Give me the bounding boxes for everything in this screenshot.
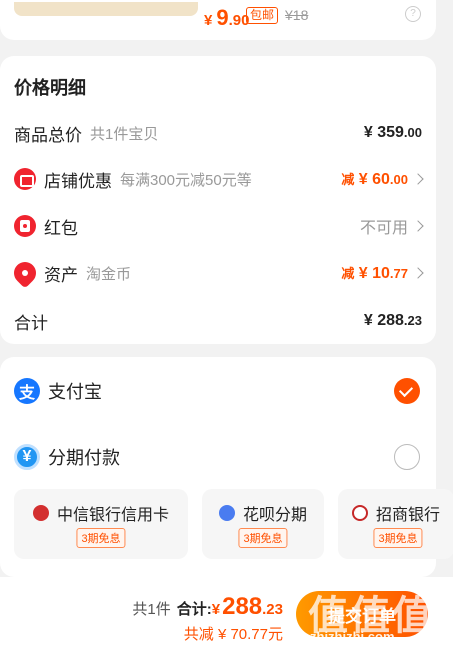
interest-free-tag: 3期免息 <box>76 528 126 548</box>
huabei-icon <box>218 505 235 521</box>
installment-icon: ¥ <box>14 444 40 470</box>
interest-free-tag: 3期免息 <box>373 528 423 548</box>
order-total: 共1件 合计: ¥288.23 <box>132 593 283 620</box>
payment-option-alipay[interactable]: 支 支付宝 <box>14 375 420 407</box>
alipay-icon: 支 <box>14 378 40 404</box>
total-saved: 共减 ¥ 70.77元 <box>183 626 283 643</box>
product-card: ¥9.90 包邮 ¥18 ? <box>0 0 436 40</box>
citic-bank-icon <box>32 505 49 521</box>
help-icon[interactable]: ? <box>405 6 421 22</box>
shop-icon <box>14 168 36 190</box>
shop-discount-value: 减 ¥ 60.00 <box>341 171 408 188</box>
installment-bank-list: 中信银行信用卡 3期免息 花呗分期 3期免息 招商银行 3期免息 <box>14 489 453 559</box>
item-price: ¥9.90 <box>204 5 250 30</box>
free-shipping-badge: 包邮 <box>246 7 279 24</box>
product-thumbnail[interactable] <box>14 2 198 16</box>
red-packet-icon <box>14 215 36 237</box>
radio-selected[interactable] <box>394 378 420 404</box>
shop-discount-row[interactable]: 店铺优惠 每满300元减50元等 减 ¥ 60.00 <box>14 164 424 194</box>
interest-free-tag: 3期免息 <box>238 528 288 548</box>
chevron-right-icon <box>412 267 424 279</box>
coin-tag-icon <box>9 257 41 289</box>
radio-unselected[interactable] <box>394 444 420 470</box>
red-packet-value: 不可用 <box>359 220 408 237</box>
chevron-right-icon <box>412 220 424 232</box>
goods-total-row: 商品总价 共1件宝贝 ¥ 359.00 <box>14 124 422 145</box>
goods-total-value: ¥ 359.00 <box>363 124 422 141</box>
chevron-right-icon <box>412 173 424 185</box>
bank-option-cmb[interactable]: 招商银行 3期免息 <box>338 489 453 559</box>
payment-card: 支 支付宝 ¥ 分期付款 中信银行信用卡 3期免息 花呗分期 3期免息 招商银行… <box>0 357 453 577</box>
total-value: ¥ 288.23 <box>363 312 422 329</box>
assets-value: 减 ¥ 10.77 <box>341 265 408 282</box>
bank-option-huabei[interactable]: 花呗分期 3期免息 <box>202 489 324 559</box>
payment-option-installment[interactable]: ¥ 分期付款 <box>14 441 420 473</box>
price-detail-card: 价格明细 商品总价 共1件宝贝 ¥ 359.00 店铺优惠 每满300元减50元… <box>0 56 436 344</box>
section-title: 价格明细 <box>14 78 86 98</box>
checkout-bar: 共1件 合计: ¥288.23 共减 ¥ 70.77元 提交订单 值值值 zhi… <box>0 577 453 652</box>
total-row: 合计 ¥ 288.23 <box>14 312 422 333</box>
red-packet-row[interactable]: 红包 不可用 <box>14 211 424 241</box>
original-price: ¥18 <box>285 7 309 23</box>
bank-option-citic[interactable]: 中信银行信用卡 3期免息 <box>14 489 188 559</box>
assets-row[interactable]: 资产 淘金币 减 ¥ 10.77 <box>9 257 424 289</box>
cmb-bank-icon <box>352 505 368 521</box>
watermark-url: zhizhizhi.com <box>310 629 395 644</box>
